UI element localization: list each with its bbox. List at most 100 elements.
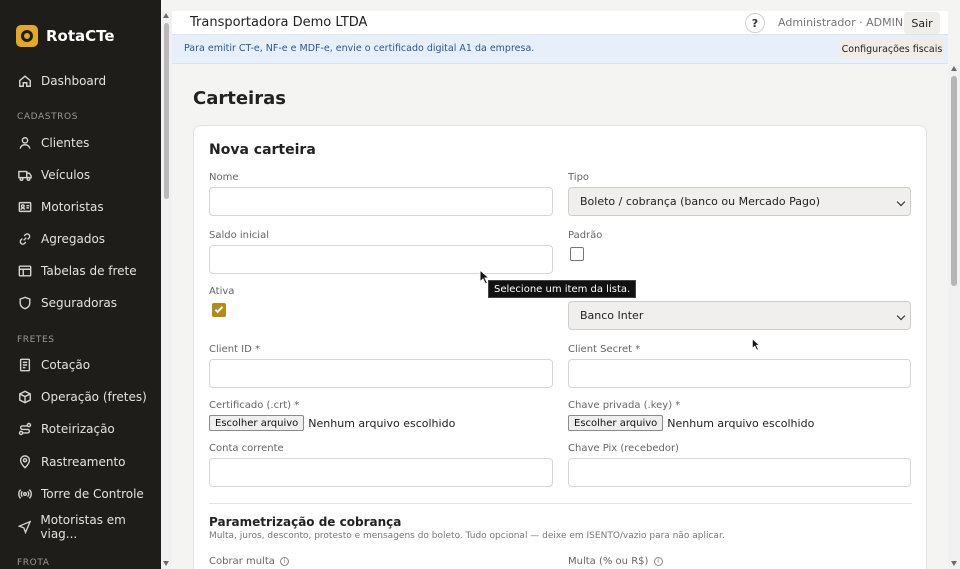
sidebar-item-motoristas[interactable]: Motoristas [18, 197, 104, 217]
sidebar-item-label: Operação (fretes) [41, 390, 147, 404]
sidebar-item-roteirizacao[interactable]: Roteirização [18, 419, 115, 439]
multa-valor-text: Multa (% ou R$) [568, 556, 649, 567]
mouse-cursor-icon [479, 269, 490, 285]
topbar: Transportadora Demo LTDA ? Administrador… [172, 11, 948, 35]
file-status: Nenhum arquivo escolhido [667, 416, 815, 430]
choose-file-button[interactable]: Escolher arquivo [568, 415, 664, 431]
section-divider [209, 503, 912, 504]
sidebar-item-agregados[interactable]: Agregados [18, 229, 105, 249]
client-id-label: Client ID * [209, 344, 260, 355]
sidebar-section-cadastros: CADASTROS [17, 112, 79, 122]
file-status: Nenhum arquivo escolhido [308, 416, 456, 430]
chave-pix-label: Chave Pix (recebedor) [568, 443, 679, 454]
sidebar-scrollbar[interactable] [161, 11, 172, 569]
info-icon[interactable]: i [653, 556, 663, 566]
multa-valor-label: Multa (% ou R$) i [568, 556, 663, 567]
padrao-checkbox[interactable] [570, 247, 584, 261]
sidebar-item-label: Rastreamento [41, 455, 126, 469]
sidebar-item-label: Seguradoras [41, 296, 118, 310]
sidebar-item-label: Motoristas [41, 200, 104, 214]
conta-corrente-input[interactable] [209, 458, 553, 487]
brand[interactable]: RotaCTe [16, 25, 115, 47]
section-title: Parametrização de cobrança [209, 515, 402, 529]
tipo-select-value: Boleto / cobrança (banco ou Mercado Pago… [580, 195, 821, 208]
cobrar-multa-text: Cobrar multa [209, 556, 275, 567]
client-secret-input[interactable] [568, 359, 911, 388]
box-icon [19, 390, 31, 404]
sidebar-item-label: Agregados [41, 232, 106, 246]
ativa-label: Ativa [209, 286, 235, 297]
scroll-up-arrow-icon[interactable] [163, 13, 169, 18]
certificado-file-input[interactable]: Escolher arquivo Nenhum arquivo escolhid… [209, 415, 455, 431]
tipo-select[interactable]: Boleto / cobrança (banco ou Mercado Pago… [568, 187, 911, 216]
sidebar-item-label: Torre de Controle [41, 487, 144, 501]
mouse-cursor-icon [751, 338, 761, 351]
sidebar-item-cotacao[interactable]: Cotação [18, 355, 90, 375]
sidebar-item-motoristas-em-viagem[interactable]: Motoristas em viag... [18, 513, 161, 541]
nome-label: Nome [209, 172, 239, 183]
route-icon [18, 422, 32, 436]
conta-corrente-label: Conta corrente [209, 443, 284, 454]
tipo-label: Tipo [568, 172, 590, 183]
brand-logo-icon [16, 25, 38, 47]
sidebar-section-frota: FROTA [17, 558, 50, 568]
cobrar-multa-label: Cobrar multa i [209, 556, 290, 567]
banco-select[interactable]: Banco Inter [568, 301, 911, 330]
broadcast-icon [18, 489, 32, 499]
chave-pix-input[interactable] [568, 458, 911, 487]
sidebar-section-fretes: FRETES [17, 335, 55, 345]
sidebar-item-operacao[interactable]: Operação (fretes) [18, 387, 147, 407]
document-icon [19, 358, 31, 372]
saldo-inicial-input[interactable] [209, 245, 553, 274]
sidebar-item-label: Roteirização [41, 422, 115, 436]
sidebar-item-label: Tabelas de frete [41, 264, 137, 278]
map-pin-icon [19, 455, 31, 469]
scroll-down-arrow-icon[interactable] [950, 561, 957, 566]
brand-name: RotaCTe [46, 27, 115, 45]
sidebar-item-clientes[interactable]: Clientes [18, 133, 89, 153]
link-icon [19, 233, 31, 245]
company-name: Transportadora Demo LTDA [190, 15, 368, 30]
padrao-label: Padrão [568, 230, 603, 241]
user-icon [19, 137, 31, 149]
banco-select-value: Banco Inter [580, 309, 644, 322]
select-tooltip: Selecione um item da lista. [488, 280, 637, 298]
scroll-up-arrow-icon[interactable] [950, 66, 957, 71]
chave-privada-file-input[interactable]: Escolher arquivo Nenhum arquivo escolhid… [568, 415, 814, 431]
main-scrollbar[interactable] [948, 64, 960, 569]
saldo-label: Saldo inicial [209, 230, 269, 241]
sidebar: RotaCTe Dashboard CADASTROS Clientes Veí… [0, 0, 161, 569]
scroll-down-arrow-icon[interactable] [163, 561, 169, 566]
sidebar-item-tabelas-de-frete[interactable]: Tabelas de frete [18, 261, 137, 281]
logout-button[interactable]: Sair [904, 12, 940, 34]
sidebar-item-seguradoras[interactable]: Seguradoras [18, 293, 117, 313]
table-icon [18, 265, 32, 277]
choose-file-button[interactable]: Escolher arquivo [209, 415, 305, 431]
certificado-label: Certificado (.crt) * [209, 400, 300, 411]
home-icon [19, 75, 31, 87]
ativa-checkbox[interactable] [212, 303, 226, 317]
help-button[interactable]: ? [745, 13, 765, 33]
chevron-down-icon [896, 197, 906, 207]
scrollbar-thumb[interactable] [164, 23, 169, 199]
scrollbar-thumb[interactable] [951, 76, 957, 286]
fiscal-settings-button[interactable]: Configurações fiscais [840, 39, 944, 59]
sidebar-item-label: Veículos [41, 168, 91, 182]
certificate-banner: Para emitir CT-e, NF-e e MDF-e, envie o … [172, 35, 948, 64]
nome-input[interactable] [209, 187, 553, 216]
sidebar-item-label: Cotação [41, 358, 91, 372]
sidebar-item-torre-de-controle[interactable]: Torre de Controle [18, 484, 144, 504]
sidebar-item-label: Clientes [41, 136, 90, 150]
user-info: Administrador · ADMIN [778, 16, 904, 29]
sidebar-item-veiculos[interactable]: Veículos [18, 165, 90, 185]
client-id-input[interactable] [209, 359, 553, 388]
sidebar-item-dashboard[interactable]: Dashboard [18, 71, 106, 91]
chave-privada-label: Chave privada (.key) * [568, 400, 681, 411]
card-title: Nova carteira [209, 142, 316, 158]
info-icon[interactable]: i [280, 556, 290, 566]
page-title: Carteiras [193, 88, 286, 109]
sidebar-item-rastreamento[interactable]: Rastreamento [18, 452, 126, 472]
navigation-icon [18, 520, 32, 534]
shield-icon [19, 296, 31, 310]
banner-text: Para emitir CT-e, NF-e e MDF-e, envie o … [184, 43, 535, 54]
